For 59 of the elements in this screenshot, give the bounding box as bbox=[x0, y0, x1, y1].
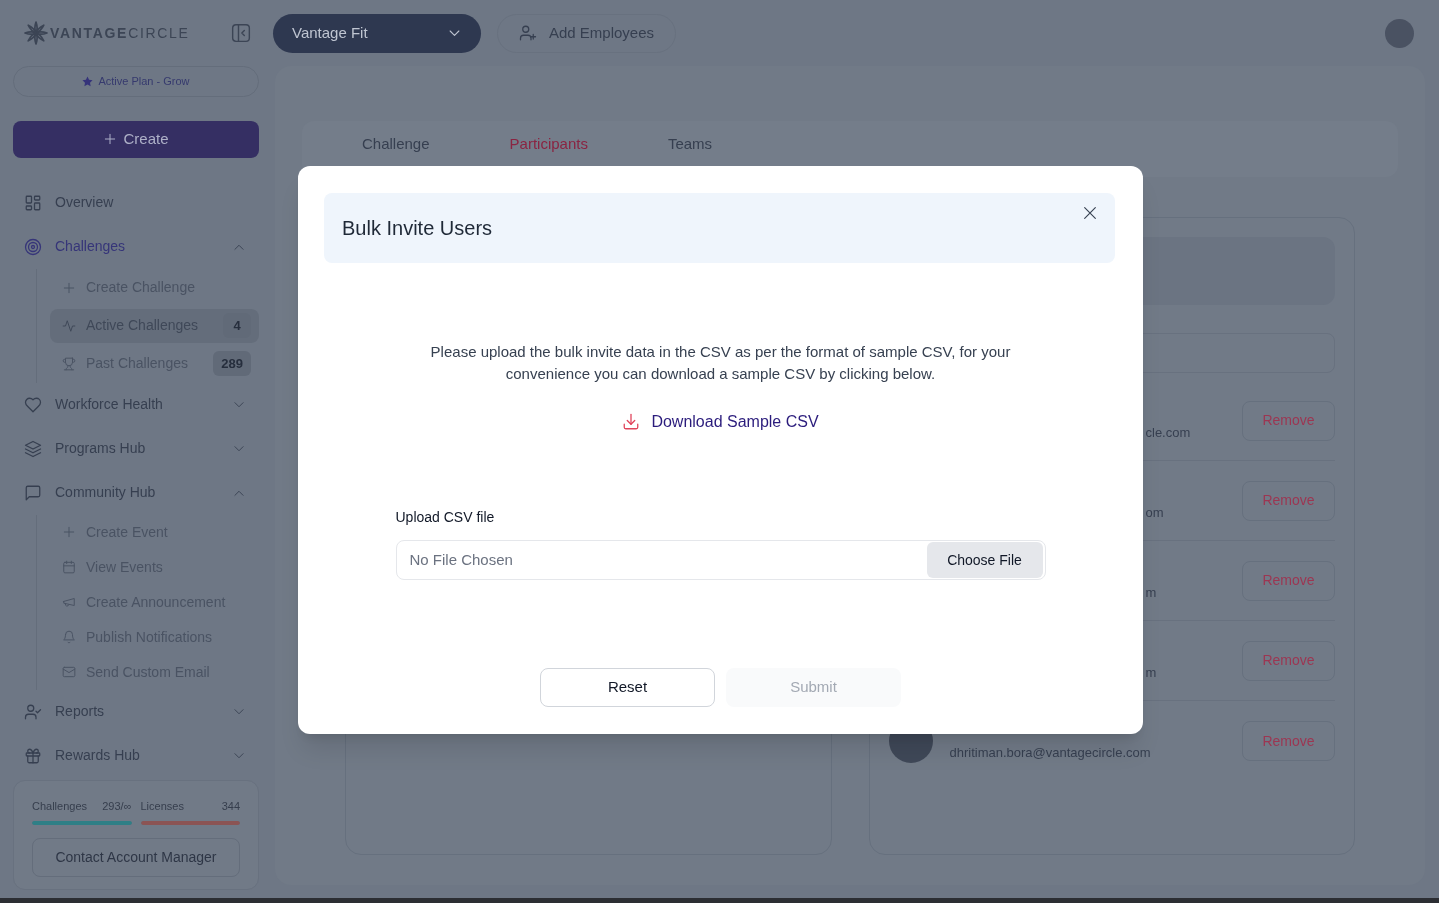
trophy-icon bbox=[62, 356, 76, 371]
upload-label: Upload CSV file bbox=[395, 508, 496, 525]
usage-value: 344 bbox=[221, 798, 240, 814]
remove-button[interactable]: Remove bbox=[1242, 400, 1335, 441]
usage-label: Licenses bbox=[140, 798, 184, 814]
remove-button[interactable]: Remove bbox=[1242, 480, 1335, 521]
plus-icon bbox=[62, 280, 76, 295]
choose-file-button[interactable]: Choose File bbox=[926, 542, 1043, 578]
download-icon bbox=[622, 413, 641, 431]
usage-label: Challenges bbox=[32, 798, 88, 814]
nav-item[interactable]: Community Hub bbox=[13, 470, 259, 515]
megaphone-icon bbox=[62, 595, 76, 609]
remove-button[interactable]: Remove bbox=[1242, 560, 1335, 601]
sidebar-toggle-button[interactable] bbox=[230, 22, 251, 44]
star-icon bbox=[82, 76, 94, 87]
nav-item[interactable]: Programs Hub bbox=[13, 426, 259, 471]
participant-email: cle.com bbox=[1145, 424, 1191, 440]
modal-title: Bulk Invite Users bbox=[342, 216, 493, 241]
close-button[interactable] bbox=[1082, 205, 1098, 221]
instructions-text: Please upload the bulk invite data in the CSV as per the format of sample CSV, for your convenience you can download a sample CSV by clicking below. bbox=[429, 342, 1012, 384]
remove-button[interactable]: Remove bbox=[1242, 640, 1335, 681]
nav-item[interactable]: Overview bbox=[13, 180, 259, 225]
count-badge: 289 bbox=[213, 351, 251, 376]
participant-email: om bbox=[1145, 504, 1164, 520]
tab[interactable]: Challenge bbox=[362, 135, 430, 153]
nav-item[interactable]: Reports bbox=[13, 689, 259, 734]
nav-item[interactable]: Challenges bbox=[13, 224, 259, 269]
usage-value: 293/∞ bbox=[102, 798, 132, 814]
file-input-field[interactable]: No File Chosen Choose File bbox=[395, 540, 1046, 580]
download-sample-link[interactable]: Download Sample CSV bbox=[622, 411, 819, 433]
contact-account-manager-button[interactable]: Contact Account Manager bbox=[32, 838, 240, 877]
remove-button[interactable]: Remove bbox=[1242, 721, 1335, 761]
plus-icon bbox=[62, 525, 76, 539]
plus-icon bbox=[103, 132, 118, 147]
grid-icon bbox=[24, 193, 42, 212]
tab[interactable]: Teams bbox=[667, 135, 713, 153]
target-icon bbox=[24, 237, 42, 256]
product-dropdown[interactable]: Vantage Fit bbox=[273, 13, 481, 53]
sidebar-toggle-icon bbox=[230, 23, 251, 43]
plan-label: Active Plan - Grow bbox=[98, 74, 190, 90]
logo-icon bbox=[24, 21, 48, 45]
mail-icon bbox=[62, 665, 76, 679]
tab[interactable]: Participants bbox=[509, 135, 588, 153]
close-icon bbox=[1082, 205, 1098, 221]
pulse-icon bbox=[62, 318, 76, 333]
heart-icon bbox=[24, 395, 42, 414]
participant-email: dhritiman.bora@vantagecircle.com bbox=[949, 745, 1151, 760]
calendar-icon bbox=[62, 560, 76, 574]
gift-icon bbox=[24, 746, 42, 765]
layers-icon bbox=[24, 439, 42, 458]
nav-item[interactable]: Workforce Health bbox=[13, 382, 259, 427]
reset-button[interactable]: Reset bbox=[540, 668, 715, 707]
nav-item[interactable]: Rewards Hub bbox=[13, 733, 259, 778]
user-plus-icon bbox=[519, 24, 537, 42]
create-button[interactable]: Create bbox=[13, 121, 259, 158]
user-check-icon bbox=[24, 702, 42, 721]
chat-icon bbox=[24, 483, 42, 502]
avatar[interactable] bbox=[1385, 18, 1414, 48]
bell-icon bbox=[62, 630, 76, 644]
